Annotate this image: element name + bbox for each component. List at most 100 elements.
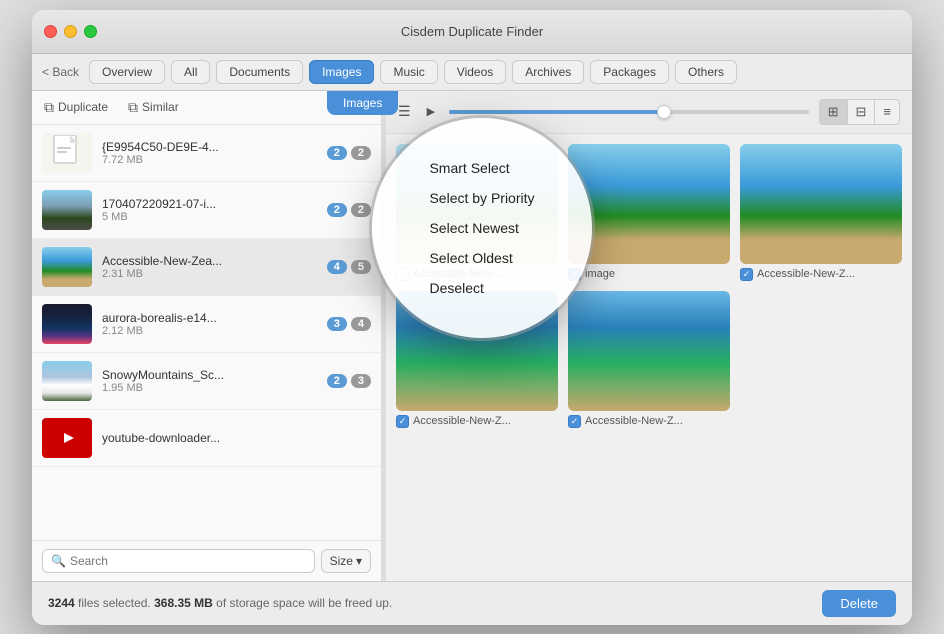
storage-size: 368.35 MB [154,596,213,610]
list-item[interactable]: SnowyMountains_Sc... 1.95 MB 2 3 [32,353,381,410]
file-list: {E9954C50-DE9E-4... 7.72 MB 2 2 17040722… [32,125,381,540]
duplicate-label: Duplicate [58,100,108,114]
tab-duplicate[interactable]: ⧉ Duplicate [44,99,108,116]
close-button[interactable] [44,25,57,38]
grid-image [568,144,730,264]
tab-packages[interactable]: Packages [590,60,669,84]
image-checkbox[interactable]: ✓ [740,268,753,281]
item-badges: 4 5 [327,260,371,274]
image-filename: Accessible-New-Z... [757,268,855,280]
view-grid-medium[interactable]: ⊟ [848,100,876,124]
item-info: SnowyMountains_Sc... 1.95 MB [102,368,317,394]
item-name: Accessible-New-Zea... [102,254,317,268]
tab-all[interactable]: All [171,60,210,84]
size-label: Size [330,554,353,568]
item-name: youtube-downloader... [102,431,361,445]
traffic-lights [44,25,97,38]
item-name: {E9954C50-DE9E-4... [102,140,317,154]
menu-item-select-oldest[interactable]: Select Oldest [409,244,554,272]
size-dropdown[interactable]: Size ▾ [321,549,371,573]
cursor-icon: ▶ [427,105,435,118]
tab-others[interactable]: Others [675,60,737,84]
tab-videos[interactable]: Videos [444,60,506,84]
image-checkbox[interactable]: ✓ [396,415,409,428]
file-count: 3244 [48,596,75,610]
item-info: aurora-borealis-e14... 2.12 MB [102,311,317,337]
zoom-slider[interactable] [449,110,809,114]
image-label: ✓ Accessible-New-Z... [396,415,558,428]
tab-music[interactable]: Music [380,60,437,84]
item-name: SnowyMountains_Sc... [102,368,317,382]
similar-label: Similar [142,100,179,114]
grid-item: ✓ Accessible-New-Z... [568,291,730,428]
menu-item-smart-select[interactable]: Smart Select [409,154,554,182]
badge-count: 2 [327,374,347,388]
search-input[interactable] [70,554,306,568]
view-toggle: ⊞ ⊟ ≡ [819,99,900,125]
menu-item-select-by-priority[interactable]: Select by Priority [409,184,554,212]
list-item[interactable]: Accessible-New-Zea... 2.31 MB 4 5 [32,239,381,296]
maximize-button[interactable] [84,25,97,38]
titlebar: Cisdem Duplicate Finder [32,10,912,54]
item-size: 1.95 MB [102,382,317,394]
badge-total: 2 [351,146,371,160]
item-size: 7.72 MB [102,154,317,166]
item-size: 2.12 MB [102,325,317,337]
image-checkbox[interactable]: ✓ [568,415,581,428]
badge-count: 2 [327,146,347,160]
badge-count: 4 [327,260,347,274]
grid-image [568,291,730,411]
item-thumbnail [42,304,92,344]
list-item[interactable]: {E9954C50-DE9E-4... 7.72 MB 2 2 [32,125,381,182]
item-name: aurora-borealis-e14... [102,311,317,325]
badge-total: 4 [351,317,371,331]
item-info: {E9954C50-DE9E-4... 7.72 MB [102,140,317,166]
minimize-button[interactable] [64,25,77,38]
item-info: 170407220921-07-i... 5 MB [102,197,317,223]
chevron-down-icon: ▾ [356,554,362,568]
similar-icon: ⧉ [128,99,138,116]
list-item[interactable]: youtube-downloader... [32,410,381,467]
duplicate-icon: ⧉ [44,99,54,116]
image-label: ✓ Accessible-New-Z... [740,268,902,281]
item-thumbnail [42,133,92,173]
grid-item: ✓ Accessible-New-Z... [740,144,902,281]
item-thumbnail [42,418,92,458]
tab-images[interactable]: Images [309,60,374,84]
item-size: 5 MB [102,211,317,223]
delete-button[interactable]: Delete [822,590,896,617]
menu-item-deselect[interactable]: Deselect [409,274,554,302]
status-bar: 3244 files selected. 368.35 MB of storag… [32,581,912,625]
item-badges: 2 2 [327,146,371,160]
image-label: ✓ image [568,268,730,281]
grid-item: ✓ image [568,144,730,281]
sidebar-search-bar: 🔍 Size ▾ [32,540,381,581]
item-badges: 2 2 [327,203,371,217]
tab-bar: < Back Overview All Documents Images Mus… [32,54,912,91]
badge-count: 3 [327,317,347,331]
grid-image [740,144,902,264]
item-thumbnail [42,361,92,401]
badge-total: 3 [351,374,371,388]
item-info: youtube-downloader... [102,431,361,445]
list-item[interactable]: aurora-borealis-e14... 2.12 MB 3 4 [32,296,381,353]
window-title: Cisdem Duplicate Finder [401,24,543,39]
back-button[interactable]: < Back [42,65,79,79]
menu-item-select-newest[interactable]: Select Newest [409,214,554,242]
search-icon: 🔍 [51,554,66,568]
badge-total: 2 [351,203,371,217]
view-list[interactable]: ≡ [875,100,899,124]
list-item[interactable]: 170407220921-07-i... 5 MB 2 2 [32,182,381,239]
app-window: Cisdem Duplicate Finder < Back Overview … [32,10,912,625]
tab-overview[interactable]: Overview [89,60,165,84]
context-menu: Smart Select Select by Priority Select N… [409,146,554,310]
slider-thumb[interactable] [657,105,671,119]
status-text: 3244 files selected. 368.35 MB of storag… [48,596,392,610]
tab-documents[interactable]: Documents [216,60,303,84]
tab-similar[interactable]: ⧉ Similar [128,99,179,116]
badge-count: 2 [327,203,347,217]
view-grid-large[interactable]: ⊞ [820,100,848,124]
sidebar: ⧉ Duplicate ⧉ Similar {E9954C50-DE9E-4..… [32,91,382,581]
search-box: 🔍 [42,549,315,573]
tab-archives[interactable]: Archives [512,60,584,84]
